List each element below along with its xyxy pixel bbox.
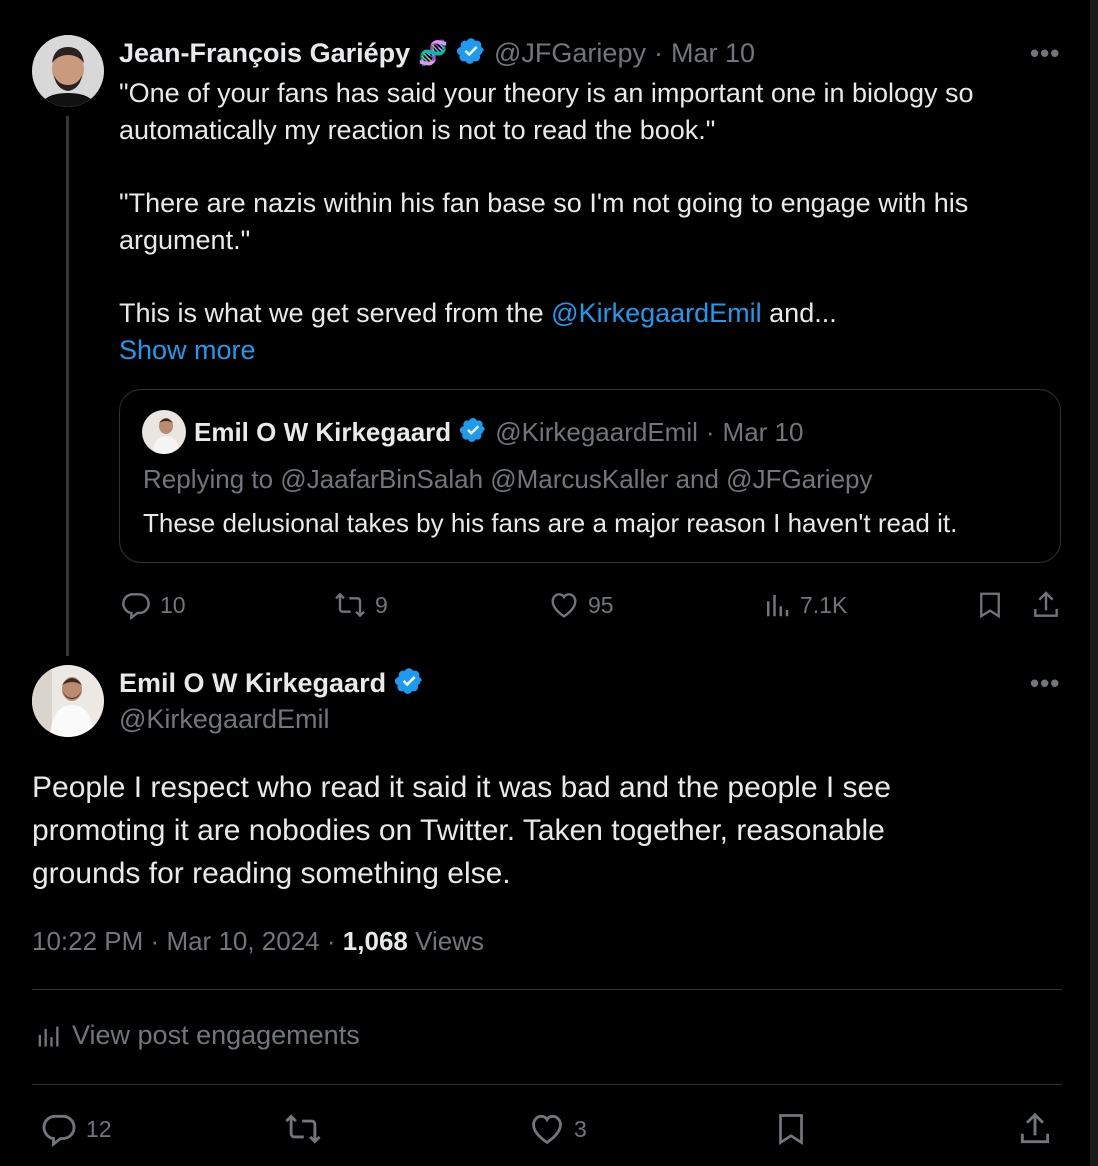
- views-button[interactable]: 7.1K: [762, 589, 847, 621]
- parent-tweet-text-segment: and...: [761, 298, 837, 328]
- view-engagements-label: View post engagements: [72, 1020, 360, 1050]
- repost-button[interactable]: 9: [333, 589, 388, 621]
- heart-icon: [532, 1114, 562, 1145]
- quoted-author-handle: @KirkegaardEmil: [495, 417, 698, 447]
- verified-badge-icon: [459, 416, 487, 449]
- main-repost-button[interactable]: [283, 1110, 323, 1148]
- repost-icon: [335, 592, 365, 618]
- reply-icon: [122, 593, 150, 621]
- quoted-tweet-text: These delusional takes by his fans are a…: [143, 508, 958, 538]
- separator-dot: ·: [326, 926, 336, 956]
- parent-tweet-line: "One of your fans has said your theory i…: [119, 78, 974, 108]
- separator-dot: ·: [150, 926, 160, 956]
- main-like-count: 3: [574, 1115, 587, 1142]
- main-share-button[interactable]: [1016, 1110, 1054, 1148]
- jfgariepy-avatar[interactable]: [32, 35, 104, 107]
- like-count: 95: [588, 591, 614, 618]
- main-author-name[interactable]: Emil O W Kirkegaard: [119, 668, 386, 699]
- quoted-tweet-card[interactable]: Emil O W Kirkegaard @KirkegaardEmil · Ma…: [119, 389, 1061, 563]
- parent-author-name[interactable]: Jean-François Gariépy: [119, 38, 410, 69]
- bookmark-icon: [779, 1114, 803, 1145]
- parent-tweet-header: Jean-François Gariépy 🧬 @JFGariepy · Mar…: [119, 36, 755, 71]
- parent-tweet-line: This is what we get served from the @Kir…: [119, 295, 1049, 332]
- kirkegaard-avatar[interactable]: [32, 665, 104, 737]
- parent-tweet-text: "One of your fans has said your theory i…: [119, 75, 1049, 369]
- show-more-link[interactable]: Show more: [119, 332, 1049, 369]
- separator-dot: ·: [705, 417, 715, 447]
- views-count: 7.1K: [800, 591, 848, 618]
- quoted-author-avatar: [142, 410, 186, 454]
- repost-icon: [285, 1114, 321, 1144]
- parent-tweet-line: argument.": [119, 225, 251, 255]
- share-button[interactable]: [1030, 589, 1062, 621]
- parent-tweet-date[interactable]: Mar 10: [671, 38, 755, 69]
- quoted-tweet-date: Mar 10: [722, 417, 804, 447]
- bookmark-icon: [980, 592, 1000, 619]
- main-tweet-line: People I respect who read it said it was…: [32, 771, 891, 804]
- views-count: 1,068: [342, 926, 408, 956]
- repost-count: 9: [375, 591, 388, 618]
- parent-more-options-icon[interactable]: •••: [1030, 38, 1060, 69]
- divider: [32, 1084, 1062, 1085]
- parent-tweet-line: automatically my reaction is not to read…: [119, 115, 716, 145]
- main-tweet-author: Emil O W Kirkegaard: [119, 666, 424, 701]
- dna-emoji-icon: 🧬: [418, 40, 449, 67]
- bookmark-button[interactable]: [975, 589, 1005, 621]
- analytics-icon: [38, 1026, 59, 1046]
- share-icon: [1020, 1112, 1050, 1144]
- reply-icon: [42, 1114, 76, 1147]
- main-reply-count: 12: [86, 1115, 112, 1142]
- main-reply-button[interactable]: 12: [40, 1110, 112, 1148]
- view-engagements-link[interactable]: View post engagements: [34, 1020, 360, 1051]
- tweet-date[interactable]: Mar 10, 2024: [166, 926, 319, 956]
- views-label: Views: [407, 926, 484, 956]
- quoted-tweet-header: Emil O W Kirkegaard @KirkegaardEmil · Ma…: [194, 416, 803, 449]
- share-icon: [1034, 591, 1058, 617]
- main-tweet-line: promoting it are nobodies on Twitter. Ta…: [32, 814, 885, 847]
- main-bookmark-button[interactable]: [773, 1110, 809, 1148]
- divider: [32, 989, 1062, 990]
- parent-author-handle[interactable]: @JFGariepy: [494, 38, 646, 69]
- main-tweet-meta: 10:22 PM · Mar 10, 2024 · 1,068 Views: [32, 926, 484, 957]
- parent-tweet-line: "There are nazis within his fan base so …: [119, 188, 969, 218]
- reply-button[interactable]: 10: [120, 589, 186, 621]
- replying-to-text: Replying to @JaafarBinSalah @MarcusKalle…: [143, 464, 873, 494]
- thread-connector: [66, 116, 69, 656]
- parent-tweet-text-segment: This is what we get served from the: [119, 298, 552, 328]
- main-author-handle[interactable]: @KirkegaardEmil: [119, 704, 329, 735]
- tweet-thread: Jean-François Gariépy 🧬 @JFGariepy · Mar…: [0, 0, 1098, 1166]
- tweet-time[interactable]: 10:22 PM: [32, 926, 143, 956]
- like-button[interactable]: 95: [548, 589, 614, 621]
- verified-badge-icon: [394, 666, 424, 701]
- analytics-icon: [767, 595, 789, 617]
- main-tweet-text: People I respect who read it said it was…: [32, 766, 1062, 895]
- separator-dot: ·: [653, 38, 663, 68]
- heart-icon: [551, 593, 577, 618]
- verified-badge-icon: [456, 36, 486, 71]
- main-tweet-line: grounds for reading something else.: [32, 857, 511, 890]
- main-like-button[interactable]: 3: [528, 1110, 587, 1148]
- reply-count: 10: [160, 591, 186, 618]
- main-more-options-icon[interactable]: •••: [1030, 668, 1060, 699]
- mention-link[interactable]: @KirkegaardEmil: [551, 298, 761, 328]
- quoted-author-name: Emil O W Kirkegaard: [194, 417, 452, 447]
